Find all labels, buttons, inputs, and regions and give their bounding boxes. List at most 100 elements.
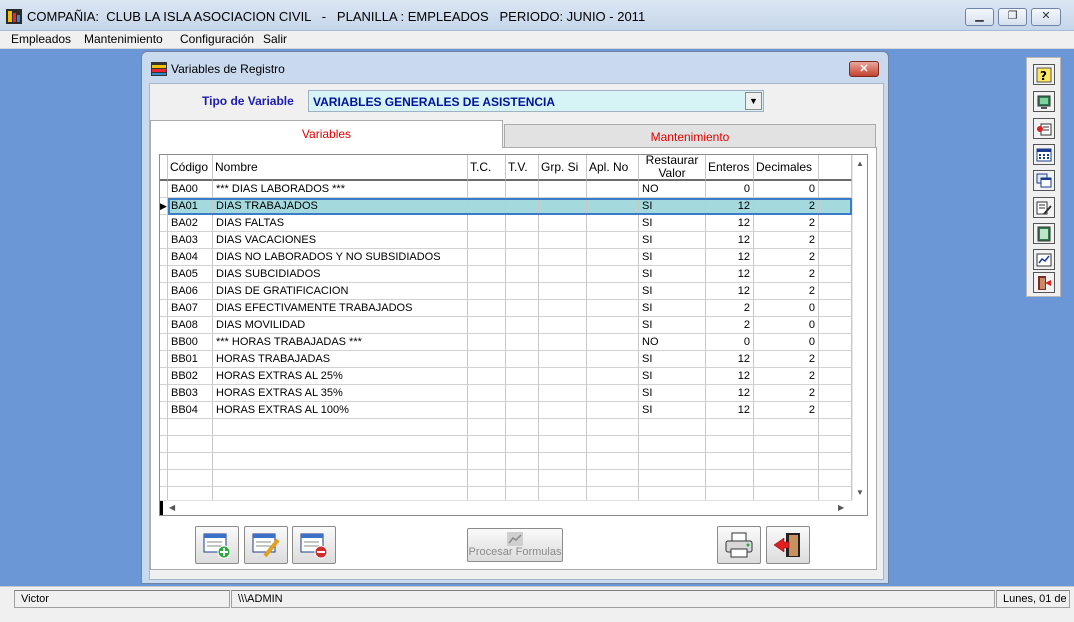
table-row[interactable]: BA06 DIAS DE GRATIFICACION SI 12 2 [160, 283, 852, 300]
document-button[interactable] [1033, 223, 1055, 244]
table-row[interactable]: BA03 DIAS VACACIONES SI 12 2 [160, 232, 852, 249]
menu-configuracion[interactable]: Configuración [180, 32, 254, 46]
dropdown-arrow-icon[interactable]: ▼ [745, 92, 762, 110]
row-selector [160, 266, 168, 283]
print-button[interactable] [717, 526, 761, 564]
scroll-thumb[interactable] [160, 501, 163, 515]
close-window-button[interactable]: ✕ [1031, 8, 1061, 26]
cell-empty [587, 453, 639, 470]
exit-button[interactable] [1033, 272, 1055, 293]
menu-mantenimiento[interactable]: Mantenimiento [84, 32, 163, 46]
cell-empty [754, 419, 819, 436]
report-button[interactable] [1033, 249, 1055, 270]
cell-nombre: DIAS VACACIONES [213, 232, 468, 249]
table-row[interactable]: BB02 HORAS EXTRAS AL 25% SI 12 2 [160, 368, 852, 385]
empty-row[interactable] [160, 470, 852, 487]
cell-empty [539, 385, 587, 402]
cell-empty [506, 198, 539, 215]
cell-empty [587, 249, 639, 266]
menu-empleados[interactable]: Empleados [11, 32, 71, 46]
delete-record-button[interactable] [292, 526, 336, 564]
windows-button[interactable] [1033, 170, 1055, 191]
edit-record-button[interactable] [244, 526, 288, 564]
table-row[interactable]: BA02 DIAS FALTAS SI 12 2 [160, 215, 852, 232]
scroll-right-icon[interactable]: ▶ [838, 503, 844, 512]
cell-empty [819, 470, 852, 487]
empty-row[interactable] [160, 436, 852, 453]
tipo-variable-select[interactable]: VARIABLES GENERALES DE ASISTENCIA ▼ [308, 90, 764, 112]
dialog-close-button[interactable]: ✕ [849, 61, 879, 77]
cell-nombre: DIAS NO LABORADOS Y NO SUBSIDIADOS [213, 249, 468, 266]
help-button[interactable]: ? [1033, 64, 1055, 85]
record-icon [1037, 123, 1052, 135]
dialog-client: Tipo de Variable VARIABLES GENERALES DE … [149, 83, 884, 580]
col-tv[interactable]: T.V. [506, 155, 539, 181]
table-row[interactable]: BA07 DIAS EFECTIVAMENTE TRABAJADOS SI 2 0 [160, 300, 852, 317]
row-selector [160, 232, 168, 249]
horizontal-scrollbar[interactable]: ◀ ▶ [160, 500, 852, 515]
status-date: Lunes, 01 de [996, 590, 1070, 608]
cell-restaurar: SI [639, 300, 706, 317]
cell-nombre: *** HORAS TRABAJADAS *** [213, 334, 468, 351]
table-row[interactable]: BB04 HORAS EXTRAS AL 100% SI 12 2 [160, 402, 852, 419]
col-tc[interactable]: T.C. [468, 155, 506, 181]
side-toolbar: ? [1026, 57, 1061, 297]
table-row[interactable]: BB03 HORAS EXTRAS AL 35% SI 12 2 [160, 385, 852, 402]
tab-mantenimiento[interactable]: Mantenimiento [504, 124, 876, 148]
edit-button[interactable] [1033, 197, 1055, 218]
tab-variables[interactable]: Variables [150, 120, 503, 148]
cell-empty [468, 351, 506, 368]
minimize-button[interactable]: ▁ [965, 8, 994, 26]
scroll-left-icon[interactable]: ◀ [169, 503, 175, 512]
cell-empty [539, 436, 587, 453]
scroll-up-icon[interactable]: ▲ [856, 159, 864, 168]
exit-dialog-button[interactable] [766, 526, 810, 564]
table-row[interactable]: BB00 *** HORAS TRABAJADAS *** NO 0 0 [160, 334, 852, 351]
table-row[interactable]: BA04 DIAS NO LABORADOS Y NO SUBSIDIADOS SI… [160, 249, 852, 266]
variables-grid[interactable]: Código Nombre T.C. T.V. Grp. Si Apl. No Restau… [159, 154, 868, 516]
table-row[interactable]: ▶ BA01 DIAS TRABAJADOS SI 12 2 [160, 198, 852, 215]
restore-button[interactable]: ❐ [998, 8, 1027, 26]
table-row[interactable]: BA05 DIAS SUBCIDIADOS SI 12 2 [160, 266, 852, 283]
menu-salir[interactable]: Salir [263, 32, 287, 46]
vertical-scrollbar[interactable]: ▲ ▼ [852, 155, 867, 500]
table-row[interactable]: BB01 HORAS TRABAJADAS SI 12 2 [160, 351, 852, 368]
cell-empty [506, 453, 539, 470]
cell-empty [168, 470, 213, 487]
cell-empty [539, 368, 587, 385]
cell-codigo: BB02 [168, 368, 213, 385]
col-enteros[interactable]: Enteros [706, 155, 754, 181]
cell-codigo: BA04 [168, 249, 213, 266]
cell-empty [587, 198, 639, 215]
help-icon: ? [1036, 67, 1052, 83]
cell-enteros: 12 [706, 283, 754, 300]
cell-restaurar: SI [639, 266, 706, 283]
cell-restaurar: SI [639, 368, 706, 385]
empty-row[interactable] [160, 453, 852, 470]
monitor-button[interactable] [1033, 91, 1055, 112]
cell-nombre: DIAS MOVILIDAD [213, 317, 468, 334]
cell-empty [506, 419, 539, 436]
col-apl-no[interactable]: Apl. No [587, 155, 639, 181]
add-record-button[interactable] [195, 526, 239, 564]
row-selector-header [160, 155, 168, 181]
empty-row[interactable] [160, 419, 852, 436]
cell-empty [506, 232, 539, 249]
col-grp-si[interactable]: Grp. Si [539, 155, 587, 181]
cell-decimales: 2 [754, 249, 819, 266]
cell-empty [639, 436, 706, 453]
calendar-button[interactable] [1033, 144, 1055, 165]
col-nombre[interactable]: Nombre [213, 155, 468, 181]
cell-codigo: BB03 [168, 385, 213, 402]
table-row[interactable]: BA00 *** DIAS LABORADOS *** NO 0 0 [160, 181, 852, 198]
col-decimales[interactable]: Decimales [754, 155, 819, 181]
cell-empty [468, 436, 506, 453]
scroll-down-icon[interactable]: ▼ [856, 488, 864, 497]
col-restaurar-valor[interactable]: Restaurar Valor [639, 155, 706, 181]
cell-restaurar: NO [639, 334, 706, 351]
table-row[interactable]: BA08 DIAS MOVILIDAD SI 2 0 [160, 317, 852, 334]
record-button[interactable] [1033, 118, 1055, 139]
cell-empty [706, 453, 754, 470]
procesar-formulas-button[interactable]: Procesar Formulas [467, 528, 563, 562]
col-codigo[interactable]: Código [168, 155, 213, 181]
